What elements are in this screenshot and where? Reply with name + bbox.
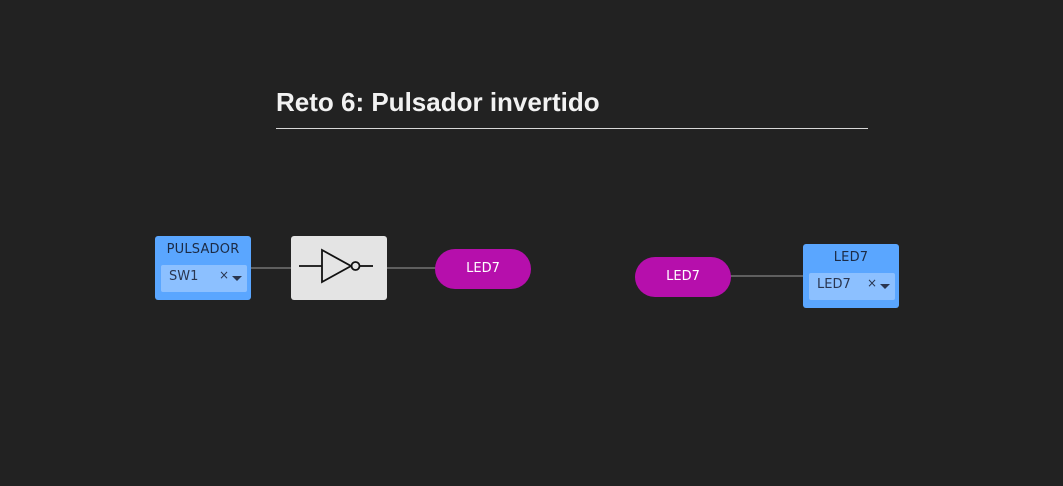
dropdown-arrow-icon[interactable] bbox=[880, 284, 890, 289]
clear-selection-icon[interactable]: × bbox=[219, 268, 229, 282]
input-block-label: PULSADOR bbox=[166, 242, 240, 257]
dropdown-arrow-icon[interactable] bbox=[232, 276, 242, 281]
wire-led-to-output-block bbox=[730, 275, 804, 277]
input-block-pulsador[interactable]: PULSADOR SW1 × bbox=[155, 236, 251, 300]
wire-input-to-gate bbox=[250, 267, 292, 269]
input-select-dropdown[interactable]: SW1 × bbox=[161, 265, 247, 292]
not-gate-block[interactable] bbox=[291, 236, 387, 300]
clear-selection-icon[interactable]: × bbox=[867, 276, 877, 290]
not-gate-icon bbox=[299, 248, 373, 284]
workspace-canvas: Reto 6: Pulsador invertido PULSADOR SW1 … bbox=[0, 0, 1063, 486]
led-output-pill[interactable]: LED7 bbox=[435, 249, 531, 289]
output-select-dropdown[interactable]: LED7 × bbox=[809, 273, 895, 300]
output-block-label: LED7 bbox=[833, 250, 869, 265]
title-divider bbox=[276, 128, 868, 129]
input-select-value: SW1 bbox=[169, 269, 199, 284]
page-title: Reto 6: Pulsador invertido bbox=[276, 87, 600, 117]
output-select-value: LED7 bbox=[817, 277, 851, 292]
output-block-led7[interactable]: LED7 LED7 × bbox=[803, 244, 899, 308]
wire-gate-to-led bbox=[386, 267, 436, 269]
led-source-pill[interactable]: LED7 bbox=[635, 257, 731, 297]
